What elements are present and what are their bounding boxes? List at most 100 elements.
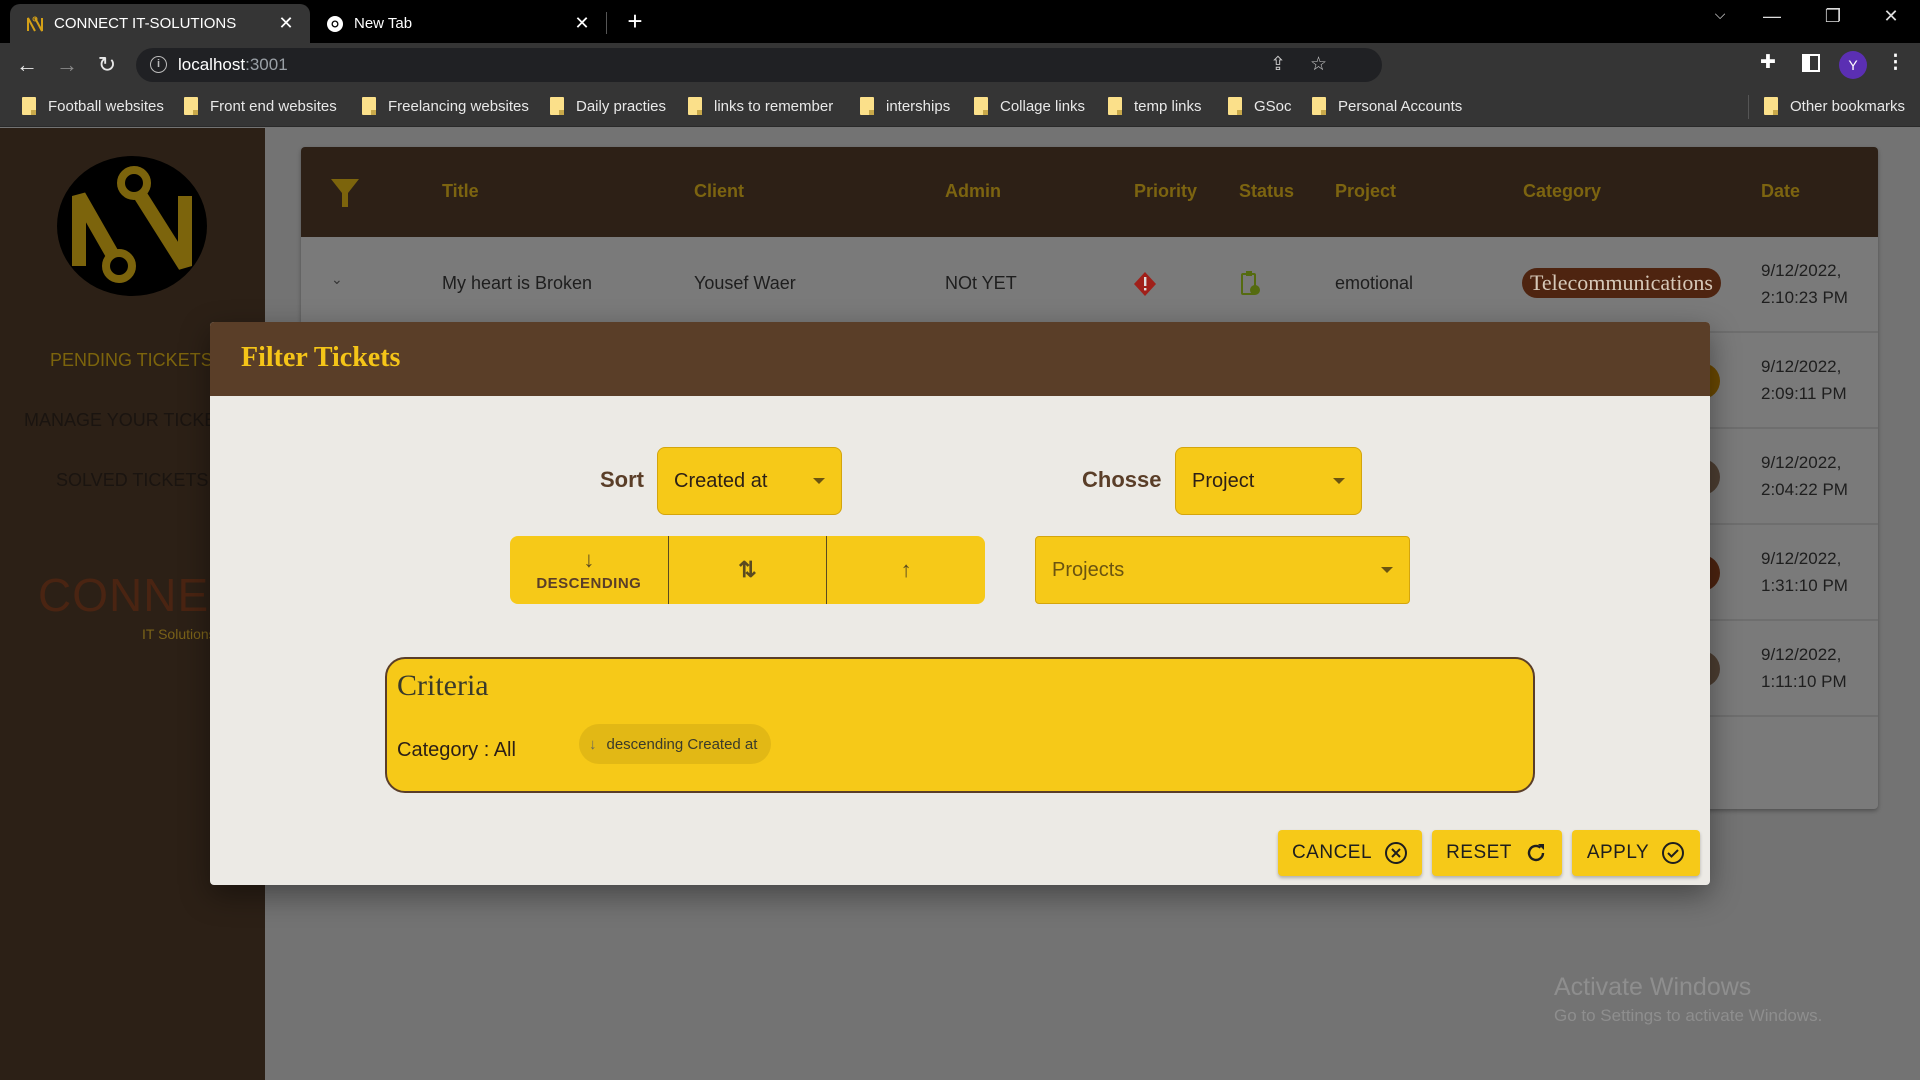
browser-tab-bar: CONNECT IT-SOLUTIONS ✕ New Tab ✕ + ⌵ — ❐…: [0, 0, 1920, 43]
bookmark-folder[interactable]: Football websites: [22, 97, 164, 115]
sort-label: Sort: [600, 467, 644, 492]
time-line: 2:10:23 PM: [1761, 288, 1848, 307]
filter-icon[interactable]: [329, 177, 361, 209]
choose-filter-type-select[interactable]: Project: [1175, 447, 1362, 515]
table-header: Title Client Admin Priority Status Proje…: [301, 147, 1878, 237]
date-line: 9/12/2022,: [1761, 453, 1842, 472]
cancel-button[interactable]: CANCEL: [1278, 830, 1422, 876]
reload-button[interactable]: ↻: [92, 51, 122, 79]
column-header-project[interactable]: Project: [1335, 181, 1396, 202]
table-row[interactable]: ⌄ My heart is Broken Yousef Waer NOt YET…: [301, 237, 1878, 333]
criteria-panel: Criteria Category : All ↓ descending Cre…: [385, 657, 1535, 793]
bookmark-star-icon[interactable]: ☆: [1310, 53, 1327, 76]
other-bookmarks[interactable]: Other bookmarks: [1764, 97, 1905, 115]
nav-pending-tickets[interactable]: PENDING TICKETS: [50, 350, 213, 371]
tab-title: New Tab: [354, 15, 413, 32]
column-header-category[interactable]: Category: [1523, 181, 1601, 202]
bookmark-label: Freelancing websites: [388, 97, 529, 115]
column-header-title[interactable]: Title: [442, 181, 479, 202]
reset-button[interactable]: RESET: [1432, 830, 1562, 876]
back-button[interactable]: ←: [12, 51, 42, 79]
cell-client: Yousef Waer: [694, 273, 796, 293]
folder-icon: [362, 97, 376, 115]
cell-date: 9/12/2022, 2:10:23 PM: [1761, 257, 1848, 311]
column-header-date[interactable]: Date: [1761, 181, 1800, 202]
new-tab-button[interactable]: +: [620, 6, 650, 37]
bookmark-folder[interactable]: Personal Accounts: [1312, 97, 1462, 115]
folder-icon: [974, 97, 988, 115]
folder-icon: [688, 97, 702, 115]
close-window-button[interactable]: ✕: [1871, 6, 1911, 27]
watermark-subtitle: Go to Settings to activate Windows.: [1554, 1006, 1823, 1025]
apply-button[interactable]: APPLY: [1572, 830, 1700, 876]
site-info-icon[interactable]: i: [150, 56, 167, 73]
refresh-icon: [1527, 844, 1545, 862]
bookmark-folder[interactable]: Daily practies: [550, 97, 666, 115]
bookmark-folder[interactable]: temp links: [1108, 97, 1202, 115]
descending-label: DESCENDING: [536, 574, 642, 592]
sort-descending-button[interactable]: ↓ DESCENDING: [510, 536, 669, 604]
close-tab-icon[interactable]: ✕: [570, 13, 594, 34]
profile-avatar[interactable]: Y: [1839, 51, 1867, 79]
column-header-priority[interactable]: Priority: [1134, 181, 1197, 202]
nav-manage-tickets[interactable]: MANAGE YOUR TICKETS: [24, 410, 239, 431]
bookmark-label: GSoc: [1254, 97, 1292, 115]
nav-solved-tickets[interactable]: SOLVED TICKETS: [56, 470, 208, 491]
bookmark-label: interships: [886, 97, 951, 115]
extensions-puzzle-icon[interactable]: ✚: [1760, 51, 1776, 74]
chip-label: descending Created at: [606, 735, 758, 753]
tab-search-chevron-icon[interactable]: ⌵: [1700, 6, 1740, 23]
tab-new-tab[interactable]: New Tab ✕: [318, 4, 606, 43]
folder-icon: [1312, 97, 1326, 115]
bookmark-folder[interactable]: Collage links: [974, 97, 1085, 115]
share-icon[interactable]: ⇪: [1270, 53, 1286, 76]
dialog-header: Filter Tickets: [210, 322, 1710, 396]
cancel-label: CANCEL: [1291, 842, 1373, 863]
close-tab-icon[interactable]: ✕: [274, 13, 298, 34]
restore-button[interactable]: ❐: [1813, 6, 1853, 27]
date-line: 9/12/2022,: [1761, 549, 1842, 568]
sort-none-button[interactable]: ⇅: [669, 536, 828, 604]
side-panel-icon[interactable]: [1802, 54, 1820, 72]
choose-value: Project: [1192, 469, 1255, 492]
priority-high-icon: [1134, 272, 1156, 296]
time-line: 1:11:10 PM: [1761, 672, 1847, 691]
sort-field-select[interactable]: Created at: [657, 447, 842, 515]
reset-label: RESET: [1446, 842, 1512, 863]
choose-label: Chosse: [1082, 467, 1162, 492]
kebab-menu-icon[interactable]: ⋮: [1886, 51, 1905, 74]
bookmark-label: Front end websites: [210, 97, 337, 115]
url-bar[interactable]: i localhost:3001 ⇪ ☆: [136, 48, 1382, 82]
date-line: 9/12/2022,: [1761, 261, 1842, 280]
criteria-title: Criteria: [397, 669, 489, 702]
bookmark-folder[interactable]: interships: [860, 97, 950, 115]
forward-button[interactable]: →: [52, 51, 82, 79]
column-header-client[interactable]: Client: [694, 181, 744, 202]
bookmark-folder[interactable]: GSoc: [1228, 97, 1292, 115]
bookmark-folder[interactable]: links to remember: [688, 97, 833, 115]
criteria-category: Category : All: [397, 739, 516, 761]
sort-order-toggle-group: ↓ DESCENDING ⇅ ↑: [510, 536, 985, 604]
folder-icon: [184, 97, 198, 115]
criteria-sort-chip[interactable]: ↓ descending Created at: [579, 724, 772, 764]
folder-icon: [1764, 97, 1778, 115]
cell-date: 9/12/2022, 2:09:11 PM: [1761, 353, 1847, 407]
dropdown-caret-icon: [1381, 567, 1393, 573]
column-header-status[interactable]: Status: [1239, 181, 1294, 202]
tab-connect-it-solutions[interactable]: CONNECT IT-SOLUTIONS ✕: [10, 4, 310, 43]
tab-separator: [606, 12, 607, 34]
column-header-admin[interactable]: Admin: [945, 181, 1001, 202]
bookmark-label: Collage links: [1000, 97, 1086, 115]
minimize-button[interactable]: —: [1752, 6, 1792, 27]
sort-ascending-button[interactable]: ↑: [827, 536, 985, 604]
time-line: 2:09:11 PM: [1761, 384, 1847, 403]
check-circle-icon: [1662, 842, 1685, 864]
url-text: localhost:3001: [178, 55, 288, 75]
bookmark-folder[interactable]: Freelancing websites: [362, 97, 529, 115]
bookmark-label: Other bookmarks: [1790, 97, 1906, 115]
sort-field-value: Created at: [674, 469, 768, 492]
bookmark-folder[interactable]: Front end websites: [184, 97, 337, 115]
folder-icon: [1228, 97, 1242, 115]
projects-select[interactable]: Projects: [1035, 536, 1410, 604]
expand-row-chevron-icon[interactable]: ⌄: [331, 271, 343, 288]
